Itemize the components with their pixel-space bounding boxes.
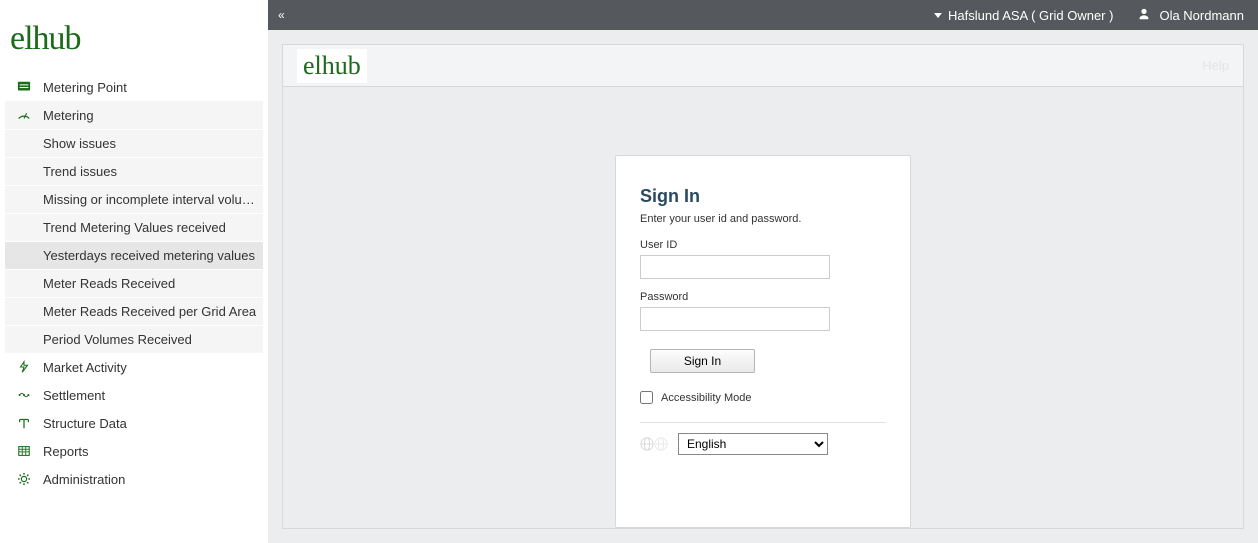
help-link[interactable]: Help [1202,58,1229,73]
password-input[interactable] [640,307,830,331]
metering-submenu: Show issues Trend issues Missing or inco… [5,129,263,353]
settlement-icon [15,387,33,403]
signin-button[interactable]: Sign In [650,349,755,373]
gear-icon [15,471,33,487]
org-selector[interactable]: Hafslund ASA ( Grid Owner ) [934,8,1113,23]
sub-show-issues[interactable]: Show issues [5,129,263,157]
sub-trend-metering-values[interactable]: Trend Metering Values received [5,213,263,241]
structure-data-icon [15,415,33,431]
password-label: Password [640,291,886,303]
divider [640,422,886,423]
nav-label: Structure Data [43,416,127,431]
user-menu[interactable]: Ola Nordmann [1137,7,1244,24]
nav-label: Market Activity [43,360,127,375]
sub-meter-reads-received[interactable]: Meter Reads Received [5,269,263,297]
sidebar-item-reports[interactable]: Reports [5,437,263,465]
language-select[interactable]: English [678,433,828,455]
user-id-input[interactable] [640,255,830,279]
nav-label: Metering [43,108,94,123]
sidebar-item-market-activity[interactable]: Market Activity [5,353,263,381]
sidebar-item-settlement[interactable]: Settlement [5,381,263,409]
sub-meter-reads-per-grid-area[interactable]: Meter Reads Received per Grid Area [5,297,263,325]
signin-title: Sign In [640,186,886,207]
nav-label: Reports [43,444,89,459]
embedded-panel: elhub Help Sign In Enter your user id an… [282,44,1244,529]
sidebar-item-structure-data[interactable]: Structure Data [5,409,263,437]
sidebar-item-metering[interactable]: Metering [5,101,263,129]
panel-body: Sign In Enter your user id and password.… [283,87,1243,528]
sub-missing-interval-volumes[interactable]: Missing or incomplete interval volu… [5,185,263,213]
sidebar-nav: Metering Point Metering Show issues Tren… [0,73,268,493]
collapse-sidebar-icon[interactable]: « [278,8,285,22]
main: « Hafslund ASA ( Grid Owner ) Ola Nordma… [268,0,1258,543]
logo-text: elhub [10,20,81,57]
sub-yesterdays-metering-values[interactable]: Yesterdays received metering values [5,241,263,269]
user-name: Ola Nordmann [1159,8,1244,23]
signin-subtitle: Enter your user id and password. [640,213,886,225]
sub-trend-issues[interactable]: Trend issues [5,157,263,185]
nav-label: Settlement [43,388,105,403]
nav-label: Metering Point [43,80,127,95]
market-activity-icon [15,359,33,375]
sidebar-item-administration[interactable]: Administration [5,465,263,493]
user-id-label: User ID [640,239,886,251]
caret-down-icon [934,13,942,18]
sidebar: elhub Metering Point Metering Show issue… [0,0,268,543]
panel-header: elhub Help [283,45,1243,87]
accessibility-checkbox[interactable] [640,391,653,404]
reports-icon [15,443,33,459]
signin-card: Sign In Enter your user id and password.… [615,155,911,528]
content-area: elhub Help Sign In Enter your user id an… [268,30,1258,543]
metering-icon [15,107,33,123]
sub-period-volumes-received[interactable]: Period Volumes Received [5,325,263,353]
sidebar-logo: elhub [0,0,268,73]
topbar: « Hafslund ASA ( Grid Owner ) Ola Nordma… [268,0,1258,30]
user-icon [1137,7,1151,24]
nav-label: Administration [43,472,125,487]
accessibility-label: Accessibility Mode [661,392,751,404]
metering-point-icon [15,79,33,95]
sidebar-item-metering-point[interactable]: Metering Point [5,73,263,101]
panel-logo: elhub [297,49,367,83]
org-name: Hafslund ASA ( Grid Owner ) [948,8,1113,23]
globe-icon [640,436,668,452]
